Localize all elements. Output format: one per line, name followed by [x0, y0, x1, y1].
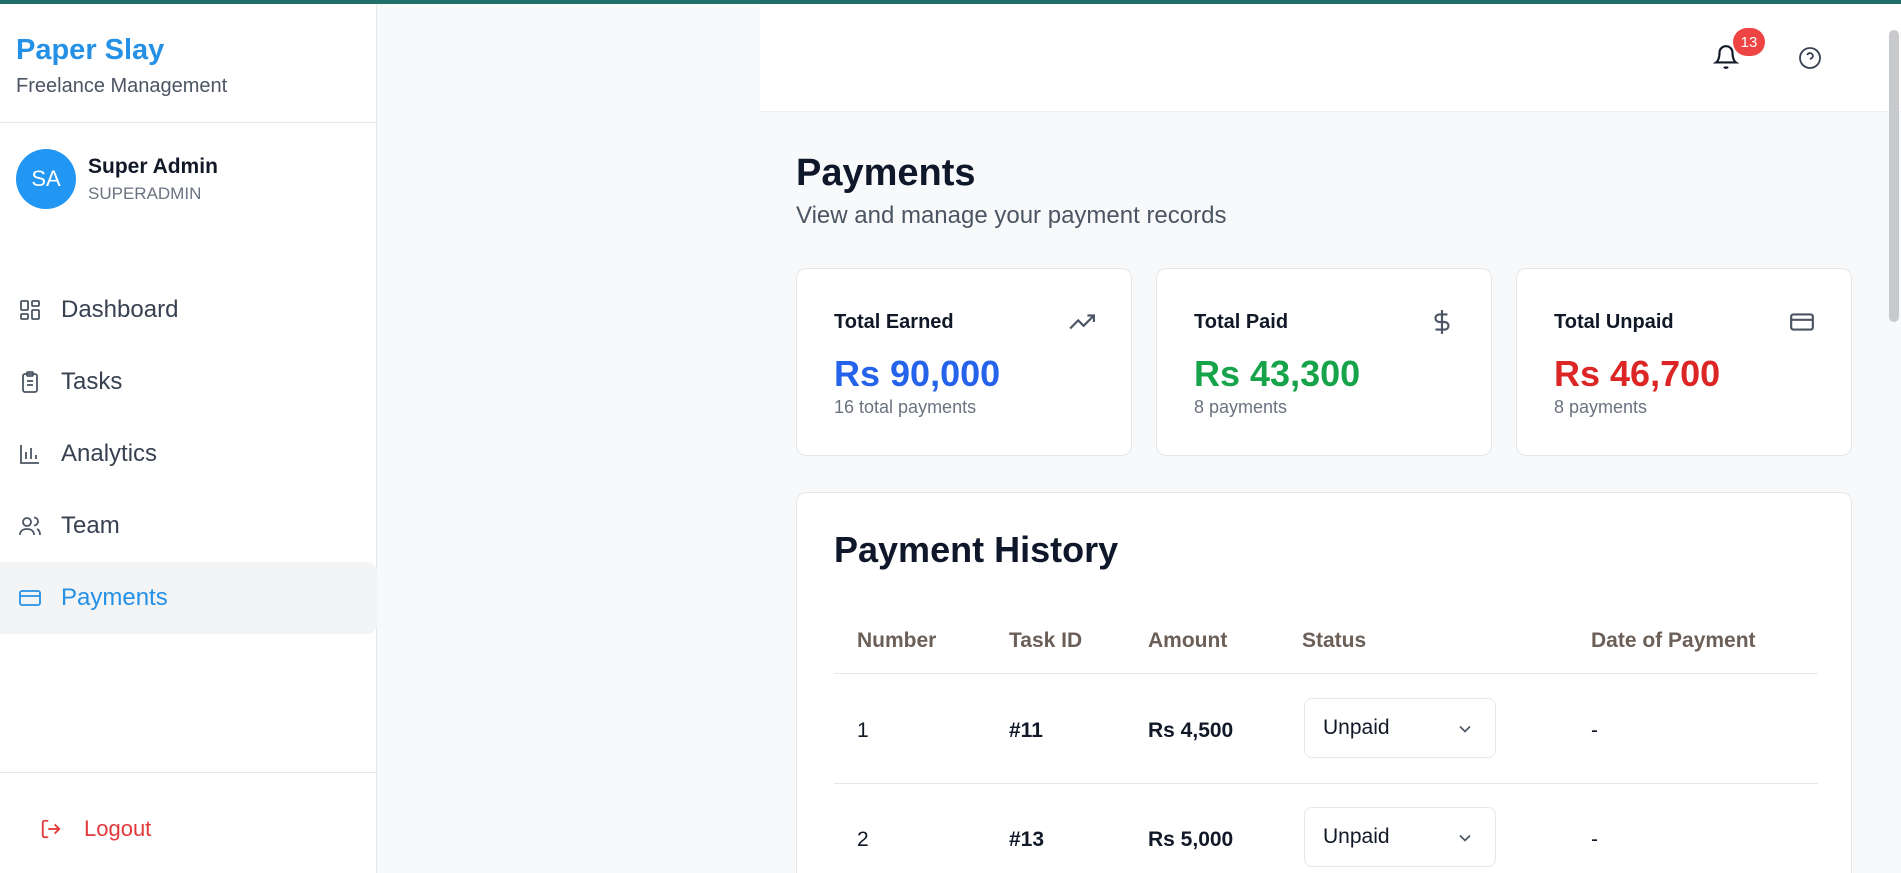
sidebar-item-tasks[interactable]: Tasks: [0, 346, 377, 418]
stat-label: Total Unpaid: [1554, 311, 1674, 333]
cell-date: -: [1591, 828, 1598, 851]
sidebar-item-label: Analytics: [61, 440, 158, 467]
cell-date: -: [1591, 719, 1598, 742]
user-role: SUPERADMIN: [88, 183, 202, 203]
stat-note: 16 total payments: [834, 397, 977, 417]
stat-note: 8 payments: [1554, 397, 1648, 417]
divider: [0, 122, 377, 123]
sidebar-nav: Dashboard Tasks Analytics Team Payments: [0, 274, 377, 634]
section-title: Payment History: [834, 529, 1119, 570]
clipboard-icon: [16, 368, 44, 396]
credit-card-icon: [16, 584, 44, 612]
payment-history-panel: Payment History Number Task ID Amount St…: [796, 492, 1852, 873]
brand-subtitle: Freelance Management: [16, 75, 228, 97]
page-title: Payments: [796, 152, 976, 194]
stat-value: Rs 90,000: [834, 353, 1001, 394]
column-header-number[interactable]: Number: [857, 629, 936, 653]
sidebar-item-label: Payments: [61, 584, 168, 611]
stat-card-total-earned: Total Earned Rs 90,000 16 total payments: [796, 268, 1132, 456]
logout-label: Logout: [84, 816, 152, 841]
column-header-task-id[interactable]: Task ID: [1009, 629, 1082, 653]
brand-title[interactable]: Paper Slay: [16, 34, 227, 67]
brand: Paper Slay Freelance Management: [16, 34, 227, 98]
column-header-status[interactable]: Status: [1302, 629, 1366, 653]
stat-value: Rs 46,700: [1554, 353, 1721, 394]
cell-task-id[interactable]: #13: [1009, 828, 1044, 852]
status-select-value: Unpaid: [1323, 716, 1390, 739]
cell-amount: Rs 4,500: [1148, 719, 1234, 742]
sidebar-item-payments[interactable]: Payments: [0, 562, 377, 634]
sidebar-item-dashboard[interactable]: Dashboard: [0, 274, 377, 346]
divider: [0, 772, 377, 773]
help-icon[interactable]: [1798, 46, 1822, 75]
cell-number: 2: [857, 828, 869, 851]
table-divider: [834, 673, 1818, 674]
stat-card-total-paid: Total Paid Rs 43,300 8 payments: [1156, 268, 1492, 456]
notification-badge[interactable]: 13: [1733, 28, 1765, 56]
sidebar: Paper Slay Freelance Management SA Super…: [0, 4, 377, 873]
logout-icon: [40, 818, 62, 840]
chevron-down-icon: [1455, 828, 1475, 848]
status-select-value: Unpaid: [1323, 825, 1390, 848]
stat-card-total-unpaid: Total Unpaid Rs 46,700 8 payments: [1516, 268, 1852, 456]
trending-up-icon: [1069, 309, 1095, 335]
cell-task-id[interactable]: #11: [1009, 719, 1043, 743]
sidebar-item-label: Tasks: [61, 368, 123, 395]
stat-note: 8 payments: [1194, 397, 1288, 417]
credit-card-icon: [1789, 309, 1815, 335]
column-header-date[interactable]: Date of Payment: [1591, 629, 1756, 653]
sidebar-item-label: Dashboard: [61, 296, 179, 323]
stat-value: Rs 43,300: [1194, 353, 1361, 394]
avatar[interactable]: SA: [16, 149, 76, 209]
chevron-down-icon: [1455, 719, 1475, 739]
users-icon: [16, 512, 44, 540]
stat-label: Total Paid: [1194, 311, 1289, 333]
logout-button[interactable]: Logout: [40, 816, 151, 842]
bar-chart-icon: [16, 440, 44, 468]
cell-number: 1: [857, 719, 869, 742]
dashboard-icon: [16, 296, 44, 324]
stat-label: Total Earned: [834, 311, 954, 333]
cell-amount: Rs 5,000: [1148, 828, 1234, 851]
sidebar-item-label: Team: [61, 512, 120, 539]
user-name: Super Admin: [88, 154, 218, 178]
status-select[interactable]: Unpaid: [1304, 807, 1496, 867]
scrollbar-thumb[interactable]: [1889, 30, 1899, 322]
top-header: 13: [760, 4, 1901, 112]
sidebar-item-team[interactable]: Team: [0, 490, 377, 562]
dollar-icon: [1429, 309, 1455, 335]
column-header-amount[interactable]: Amount: [1148, 629, 1227, 653]
user-profile[interactable]: SA Super Admin SUPERADMIN: [16, 149, 218, 209]
table-divider: [834, 783, 1818, 784]
status-select[interactable]: Unpaid: [1304, 698, 1496, 758]
sidebar-item-analytics[interactable]: Analytics: [0, 418, 377, 490]
page-subtitle: View and manage your payment records: [796, 202, 1227, 229]
